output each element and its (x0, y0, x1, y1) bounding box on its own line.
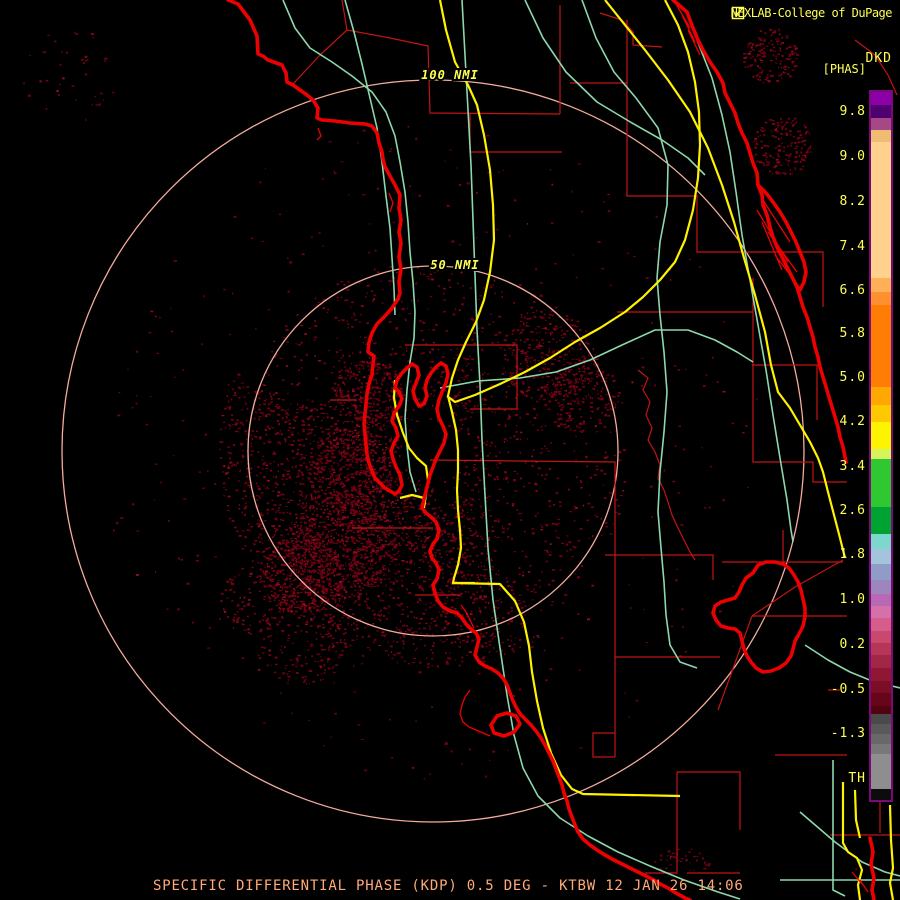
radar-display: 100 NMI 50 NMI NEXLAB-College of DuPage … (0, 0, 900, 900)
color-scale-segment (871, 618, 891, 631)
color-scale-tick: 4.2 (839, 414, 866, 429)
color-scale-segment (871, 105, 891, 118)
color-scale-segment (871, 594, 891, 606)
color-scale-segment (871, 754, 891, 789)
brand-header: NEXLAB-College of DuPage (730, 6, 893, 20)
color-scale-segment (871, 789, 891, 800)
color-scale-tick: 9.8 (839, 104, 866, 119)
range-rings (61, 79, 805, 823)
color-scale-segment (871, 142, 891, 278)
brand-text: NEXLAB-College of DuPage (730, 6, 893, 20)
coastline (226, 0, 876, 900)
color-scale-segment (871, 459, 891, 507)
threshold-label: TH (848, 771, 866, 786)
kdp-color-scale (869, 90, 893, 802)
color-scale-tick: 9.0 (839, 149, 866, 164)
color-scale-segment (871, 278, 891, 292)
product-caption: SPECIFIC DIFFERENTIAL PHASE (KDP) 0.5 DE… (153, 878, 744, 894)
color-scale-segment (871, 549, 891, 564)
color-scale-segment (871, 744, 891, 754)
color-scale-tick: 7.4 (839, 239, 866, 254)
color-scale-tick: 5.0 (839, 370, 866, 385)
range-label-50nmi: 50 NMI (430, 258, 479, 272)
color-scale-segment (871, 655, 891, 668)
radar-map: 100 NMI 50 NMI (23, 0, 900, 900)
radar-id-label: DKD (865, 51, 892, 66)
color-scale-segment (871, 724, 891, 734)
color-scale-tick: 0.2 (839, 637, 866, 652)
color-scale-segment (871, 606, 891, 618)
color-scale-tick: -1.3 (830, 726, 866, 741)
color-scale-segment (871, 631, 891, 643)
color-scale-segment (871, 507, 891, 534)
color-scale-tick: 5.8 (839, 326, 866, 341)
color-scale-segment (871, 706, 891, 714)
cape-barrier-path (756, 183, 808, 292)
east-coastline-path (671, 0, 848, 464)
color-scale-segment (871, 693, 891, 706)
color-scale-tick: 8.2 (839, 194, 866, 209)
color-scale-segment (871, 580, 891, 594)
color-scale-tick: 1.8 (839, 547, 866, 562)
color-scale-tick: -0.5 (830, 682, 866, 697)
color-scale-segment (871, 305, 891, 387)
color-scale-segment (871, 668, 891, 681)
range-ring-100nmi (61, 79, 805, 823)
color-scale-segment (871, 714, 891, 724)
color-scale-segment (871, 643, 891, 655)
color-scale-tick: 3.4 (839, 459, 866, 474)
color-scale-segment (871, 734, 891, 744)
color-scale-tick: 2.6 (839, 503, 866, 518)
color-scale-tick: 6.6 (839, 283, 866, 298)
color-scale-segment (871, 92, 891, 105)
color-scale-segment (871, 387, 891, 405)
color-scale-segment (871, 564, 891, 580)
lake-okeechobee-path (711, 560, 807, 674)
color-scale-segment (871, 405, 891, 422)
color-scale-segment (871, 118, 891, 130)
color-scale-segment (871, 449, 891, 459)
color-scale-segment (871, 681, 891, 693)
color-scale-segment (871, 422, 891, 449)
se-corner-coast-path (868, 836, 876, 900)
unit-label: [PHAS] (822, 62, 866, 76)
county-boundaries (292, 0, 900, 874)
range-label-100nmi: 100 NMI (421, 68, 479, 82)
page-flag-icon (731, 6, 744, 20)
charlotte-harbor-island-path (489, 711, 522, 738)
color-scale-segment (871, 292, 891, 305)
color-scale-tick: 1.0 (839, 592, 866, 607)
lagoon-hatch-path (675, 3, 801, 289)
color-scale-segment (871, 534, 891, 549)
color-scale-segment (871, 130, 891, 142)
range-ring-50nmi (247, 265, 619, 637)
